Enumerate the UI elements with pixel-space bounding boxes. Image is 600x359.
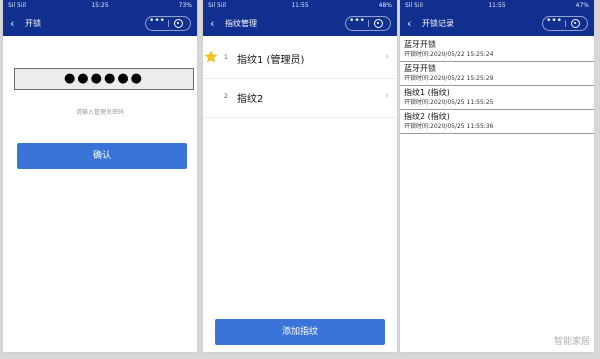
record-time: 开锁时间:2020/05/25 11:55:25 <box>404 99 494 106</box>
page-title: 开锁记录 <box>422 19 454 28</box>
record-time: 开锁时间:2020/05/25 11:55:36 <box>404 123 494 130</box>
status-bar: Sil 5iil 11:55 47% <box>400 0 594 12</box>
fingerprint-number: 1 <box>224 54 228 61</box>
add-fingerprint-button[interactable]: 添加指纹 <box>215 319 385 345</box>
capsule-divider <box>565 20 566 27</box>
record-title: 指纹2 (指纹) <box>404 112 450 121</box>
status-bar: Sil 5iil 11:55 48% <box>203 0 397 12</box>
fingerprint-number: 2 <box>224 93 228 100</box>
record-item: 指纹2 (指纹) 开锁时间:2020/05/25 11:55:36 <box>400 110 594 134</box>
watermark: 智能家居 <box>553 337 590 347</box>
record-item: 蓝牙开锁 开锁时间:2020/05/22 15:25:24 <box>400 38 594 62</box>
chevron-right-icon: › <box>385 52 389 62</box>
status-time: 11:55 <box>488 2 506 9</box>
battery-level: 47% <box>575 2 589 9</box>
records-screen: Sil 5iil 11:55 47% ‹ 开锁记录 ••• 蓝牙开锁 开锁时间:… <box>400 0 594 352</box>
capsule-divider <box>168 20 169 27</box>
unlock-screen: Sil 5iil 15:25 73% ‹ 开锁 ••• ●●●●●● 请输入管理… <box>3 0 197 352</box>
record-title: 指纹1 (指纹) <box>404 88 450 97</box>
back-icon[interactable]: ‹ <box>407 18 417 30</box>
more-icon[interactable]: ••• <box>543 17 565 30</box>
fingerprint-name: 指纹2 <box>237 94 264 105</box>
status-time: 15:25 <box>91 2 109 9</box>
record-time: 开锁时间:2020/05/22 15:25:24 <box>404 51 494 58</box>
capsule-divider <box>368 20 369 27</box>
mini-program-capsule: ••• <box>542 16 588 31</box>
record-title: 蓝牙开锁 <box>404 64 436 73</box>
chevron-right-icon: › <box>385 91 389 101</box>
fingerprint-name: 指纹1 (管理员) <box>237 55 305 66</box>
mini-program-capsule: ••• <box>145 16 191 31</box>
status-time: 11:55 <box>291 2 309 9</box>
status-bar: Sil 5iil 15:25 73% <box>3 0 197 12</box>
record-item: 指纹1 (指纹) 开锁时间:2020/05/25 11:55:25 <box>400 86 594 110</box>
close-icon[interactable] <box>374 19 383 28</box>
password-input[interactable]: ●●●●●● <box>14 68 194 90</box>
record-title: 蓝牙开锁 <box>404 40 436 49</box>
more-icon[interactable]: ••• <box>346 17 368 30</box>
back-icon[interactable]: ‹ <box>10 18 20 30</box>
back-icon[interactable]: ‹ <box>210 18 220 30</box>
close-icon[interactable] <box>174 19 183 28</box>
fingerprint-row[interactable]: 1 指纹1 (管理员) › <box>203 40 397 79</box>
record-item: 蓝牙开锁 开锁时间:2020/05/22 15:25:29 <box>400 62 594 86</box>
nav-bar: ‹ 指纹管理 ••• <box>203 12 397 36</box>
record-time: 开锁时间:2020/05/22 15:25:29 <box>404 75 494 82</box>
close-icon[interactable] <box>571 19 580 28</box>
mini-program-capsule: ••• <box>345 16 391 31</box>
star-icon <box>204 50 218 63</box>
fingerprint-screen: Sil 5iil 11:55 48% ‹ 指纹管理 ••• 1 指纹1 (管理员… <box>203 0 397 352</box>
fingerprint-row[interactable]: 2 指纹2 › <box>203 79 397 118</box>
page-title: 开锁 <box>25 19 41 28</box>
confirm-button[interactable]: 确认 <box>17 143 187 169</box>
battery-level: 48% <box>378 2 392 9</box>
nav-bar: ‹ 开锁记录 ••• <box>400 12 594 36</box>
password-hint: 请输入管理员密码 <box>75 109 124 116</box>
battery-level: 73% <box>178 2 192 9</box>
more-icon[interactable]: ••• <box>146 17 168 30</box>
page-title: 指纹管理 <box>225 19 257 28</box>
nav-bar: ‹ 开锁 ••• <box>3 12 197 36</box>
